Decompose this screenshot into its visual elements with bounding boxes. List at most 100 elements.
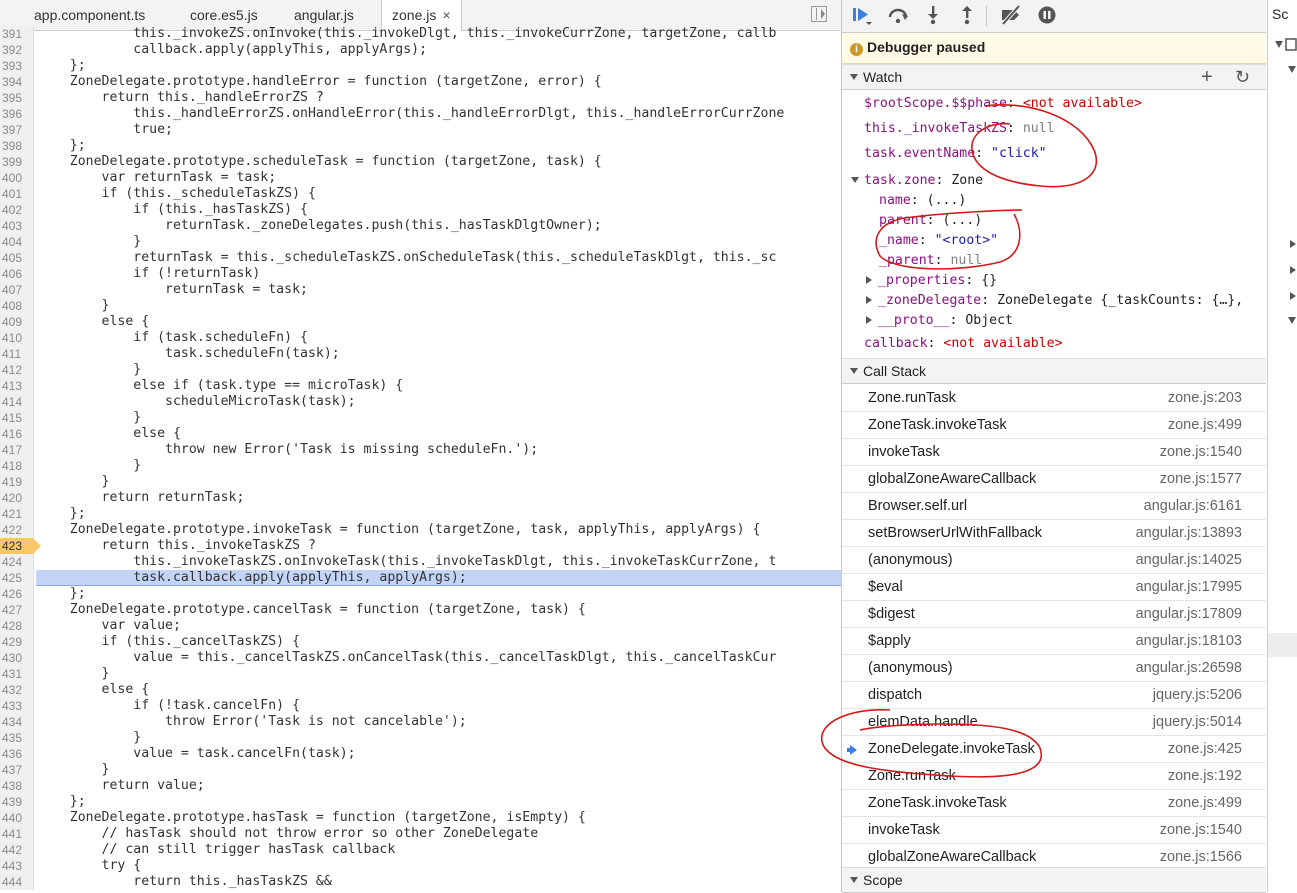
collapse-triangle-icon[interactable] [866, 316, 872, 324]
line-number[interactable]: 418 [0, 458, 34, 474]
call-frame[interactable]: invokeTask zone.js:1540 [842, 817, 1266, 844]
refresh-icon[interactable]: ↻ [1235, 65, 1250, 90]
call-frame[interactable]: (anonymous) angular.js:26598 [842, 655, 1266, 682]
line-number[interactable]: 417 [0, 442, 34, 458]
scope-section-header[interactable]: Scope [842, 867, 1266, 893]
add-expression-icon[interactable]: + [1201, 65, 1213, 90]
call-frame[interactable]: Browser.self.url angular.js:6161 [842, 493, 1266, 520]
line-number[interactable]: 392 [0, 42, 34, 58]
line-number[interactable]: 408 [0, 298, 34, 314]
line-number[interactable]: 419 [0, 474, 34, 490]
call-frame[interactable]: dispatch jquery.js:5206 [842, 682, 1266, 709]
frame-location[interactable]: angular.js:17809 [1136, 601, 1242, 627]
call-frame[interactable]: invokeTask zone.js:1540 [842, 439, 1266, 466]
frame-location[interactable]: zone.js:499 [1168, 790, 1242, 816]
close-icon[interactable]: × [442, 7, 450, 23]
watch-row-parent[interactable]: parent: (...) [879, 212, 982, 230]
line-number[interactable]: 422 [0, 522, 34, 538]
line-number[interactable]: 405 [0, 250, 34, 266]
line-number[interactable]: 435 [0, 730, 34, 746]
line-number[interactable]: 444 [0, 874, 34, 890]
line-number[interactable]: 436 [0, 746, 34, 762]
line-number[interactable]: 400 [0, 170, 34, 186]
frame-location[interactable]: zone.js:499 [1168, 412, 1242, 438]
call-frame[interactable]: $digest angular.js:17809 [842, 601, 1266, 628]
watch-row-rootscope[interactable]: $rootScope.$$phase: <not available> [864, 95, 1142, 113]
line-number[interactable]: 433 [0, 698, 34, 714]
line-number[interactable]: 398 [0, 138, 34, 154]
pause-on-exceptions-icon[interactable] [1035, 4, 1059, 26]
frame-location[interactable]: zone.js:203 [1168, 385, 1242, 411]
line-number[interactable]: 420 [0, 490, 34, 506]
line-number[interactable]: 411 [0, 346, 34, 362]
line-number[interactable]: 440 [0, 810, 34, 826]
watch-row-event-name[interactable]: task.eventName: "click" [864, 145, 1047, 163]
line-number[interactable]: 415 [0, 410, 34, 426]
line-number[interactable]: 429 [0, 634, 34, 650]
call-frame[interactable]: elemData.handle jquery.js:5014 [842, 709, 1266, 736]
call-frame[interactable]: globalZoneAwareCallback zone.js:1577 [842, 466, 1266, 493]
line-number[interactable]: 432 [0, 682, 34, 698]
frame-location[interactable]: jquery.js:5014 [1153, 709, 1242, 735]
line-number[interactable]: 395 [0, 90, 34, 106]
frame-location[interactable]: angular.js:14025 [1136, 547, 1242, 573]
call-frame[interactable]: ZoneTask.invokeTask zone.js:499 [842, 790, 1266, 817]
line-number[interactable]: 401 [0, 186, 34, 202]
call-frame[interactable]: Zone.runTask zone.js:203 [842, 385, 1266, 412]
line-number[interactable]: 427 [0, 602, 34, 618]
line-number[interactable]: 416 [0, 426, 34, 442]
line-number[interactable]: 428 [0, 618, 34, 634]
call-frame[interactable]: (anonymous) angular.js:14025 [842, 547, 1266, 574]
line-number[interactable]: 409 [0, 314, 34, 330]
frame-location[interactable]: zone.js:1577 [1160, 466, 1242, 492]
line-number[interactable]: 402 [0, 202, 34, 218]
frame-location[interactable]: angular.js:17995 [1136, 574, 1242, 600]
line-number[interactable]: 412 [0, 362, 34, 378]
watch-row-underscore-name[interactable]: _name: "<root>" [879, 232, 998, 250]
call-stack-section-header[interactable]: Call Stack [842, 358, 1266, 384]
frame-location[interactable]: angular.js:26598 [1136, 655, 1242, 681]
line-number[interactable]: 391 [0, 26, 34, 42]
line-number[interactable]: 399 [0, 154, 34, 170]
line-number[interactable]: 442 [0, 842, 34, 858]
line-number[interactable]: 438 [0, 778, 34, 794]
frame-location[interactable]: zone.js:1540 [1160, 817, 1242, 843]
watch-row-zone-delegate[interactable]: _zoneDelegate: ZoneDelegate {_taskCounts… [866, 292, 1243, 310]
watch-row-name[interactable]: name: (...) [879, 192, 966, 210]
watch-section-header[interactable]: Watch + ↻ [842, 64, 1266, 90]
line-number[interactable]: 421 [0, 506, 34, 522]
line-number[interactable]: 439 [0, 794, 34, 810]
line-number[interactable]: 437 [0, 762, 34, 778]
line-number[interactable]: 413 [0, 378, 34, 394]
watch-row-proto[interactable]: __proto__: Object [866, 312, 1013, 330]
tree-expander-icons[interactable] [1268, 0, 1297, 892]
frame-location[interactable]: angular.js:13893 [1136, 520, 1242, 546]
watch-row-properties[interactable]: _properties: {} [866, 272, 997, 290]
line-number[interactable]: 441 [0, 826, 34, 842]
step-into-icon[interactable] [921, 4, 945, 26]
line-number[interactable]: 430 [0, 650, 34, 666]
line-number[interactable]: 410 [0, 330, 34, 346]
line-number[interactable]: 443 [0, 858, 34, 874]
frame-location[interactable]: angular.js:6161 [1144, 493, 1242, 519]
call-frame[interactable]: ZoneDelegate.invokeTask zone.js:425 [842, 736, 1266, 763]
frame-location[interactable]: zone.js:1540 [1160, 439, 1242, 465]
breakpoint-marker[interactable]: 423 [0, 538, 41, 554]
call-frame[interactable]: $eval angular.js:17995 [842, 574, 1266, 601]
line-number[interactable]: 426 [0, 586, 34, 602]
expand-triangle-icon[interactable] [851, 177, 859, 183]
call-frame[interactable]: ZoneTask.invokeTask zone.js:499 [842, 412, 1266, 439]
deactivate-breakpoints-icon[interactable] [999, 4, 1023, 26]
line-number[interactable]: 404 [0, 234, 34, 250]
line-number[interactable]: 424 [0, 554, 34, 570]
frame-location[interactable]: zone.js:425 [1168, 736, 1242, 762]
frame-location[interactable]: angular.js:18103 [1136, 628, 1242, 654]
line-number[interactable]: 431 [0, 666, 34, 682]
line-number[interactable]: 434 [0, 714, 34, 730]
call-frame[interactable]: Zone.runTask zone.js:192 [842, 763, 1266, 790]
watch-row-task-zone[interactable]: task.zone: Zone [851, 172, 983, 190]
line-number[interactable]: 425 [0, 570, 34, 586]
collapse-triangle-icon[interactable] [866, 276, 872, 284]
frame-location[interactable]: jquery.js:5206 [1153, 682, 1242, 708]
line-number[interactable]: 403 [0, 218, 34, 234]
